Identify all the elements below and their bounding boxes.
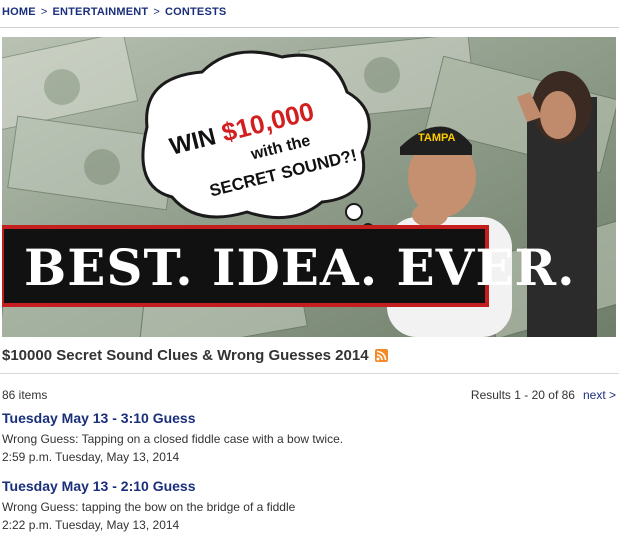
breadcrumb-home-link[interactable]: HOME [2,6,36,18]
headline-text: BEST. IDEA. EVER. [24,238,576,297]
breadcrumb-contests-link[interactable]: CONTESTS [165,6,227,18]
results-range: Results 1 - 20 of 86 [470,388,575,402]
item-description: Wrong Guess: tapping the bow on the brid… [2,500,296,514]
pagination: Results 1 - 20 of 86 next > [471,388,616,402]
item-date: 2:59 p.m. Tuesday, May 13, 2014 [2,450,180,464]
item-date: 2:22 p.m. Tuesday, May 13, 2014 [2,518,180,532]
list-item: Tuesday May 13 - 3:10 Guess Wrong Guess:… [2,410,343,464]
page-title: $10000 Secret Sound Clues & Wrong Guesse… [2,347,388,364]
list-item: Tuesday May 13 - 2:10 Guess Wrong Guess:… [2,478,295,532]
item-title-link[interactable]: Tuesday May 13 - 3:10 Guess [2,410,343,426]
rss-icon[interactable] [374,349,388,362]
bubble-text-layer: WIN $10,000 with the SECRET SOUND?! BEST… [2,96,576,307]
next-page-link[interactable]: next > [583,388,616,402]
breadcrumb: HOME > ENTERTAINMENT > CONTESTS [2,6,226,18]
page-title-text: $10000 Secret Sound Clues & Wrong Guesse… [2,347,369,364]
divider [0,27,619,28]
breadcrumb-entertainment-link[interactable]: ENTERTAINMENT [52,6,148,18]
promo-banner[interactable]: TAMPA WIN $10,000 with the SECRET SOUND?… [2,37,616,337]
item-description: Wrong Guess: Tapping on a closed fiddle … [2,432,344,446]
bubble-win-text: WIN [167,123,219,160]
breadcrumb-separator: > [40,6,48,18]
item-title-link[interactable]: Tuesday May 13 - 2:10 Guess [2,478,295,494]
item-count: 86 items [2,388,48,402]
breadcrumb-separator: > [153,6,160,18]
divider [0,373,619,374]
